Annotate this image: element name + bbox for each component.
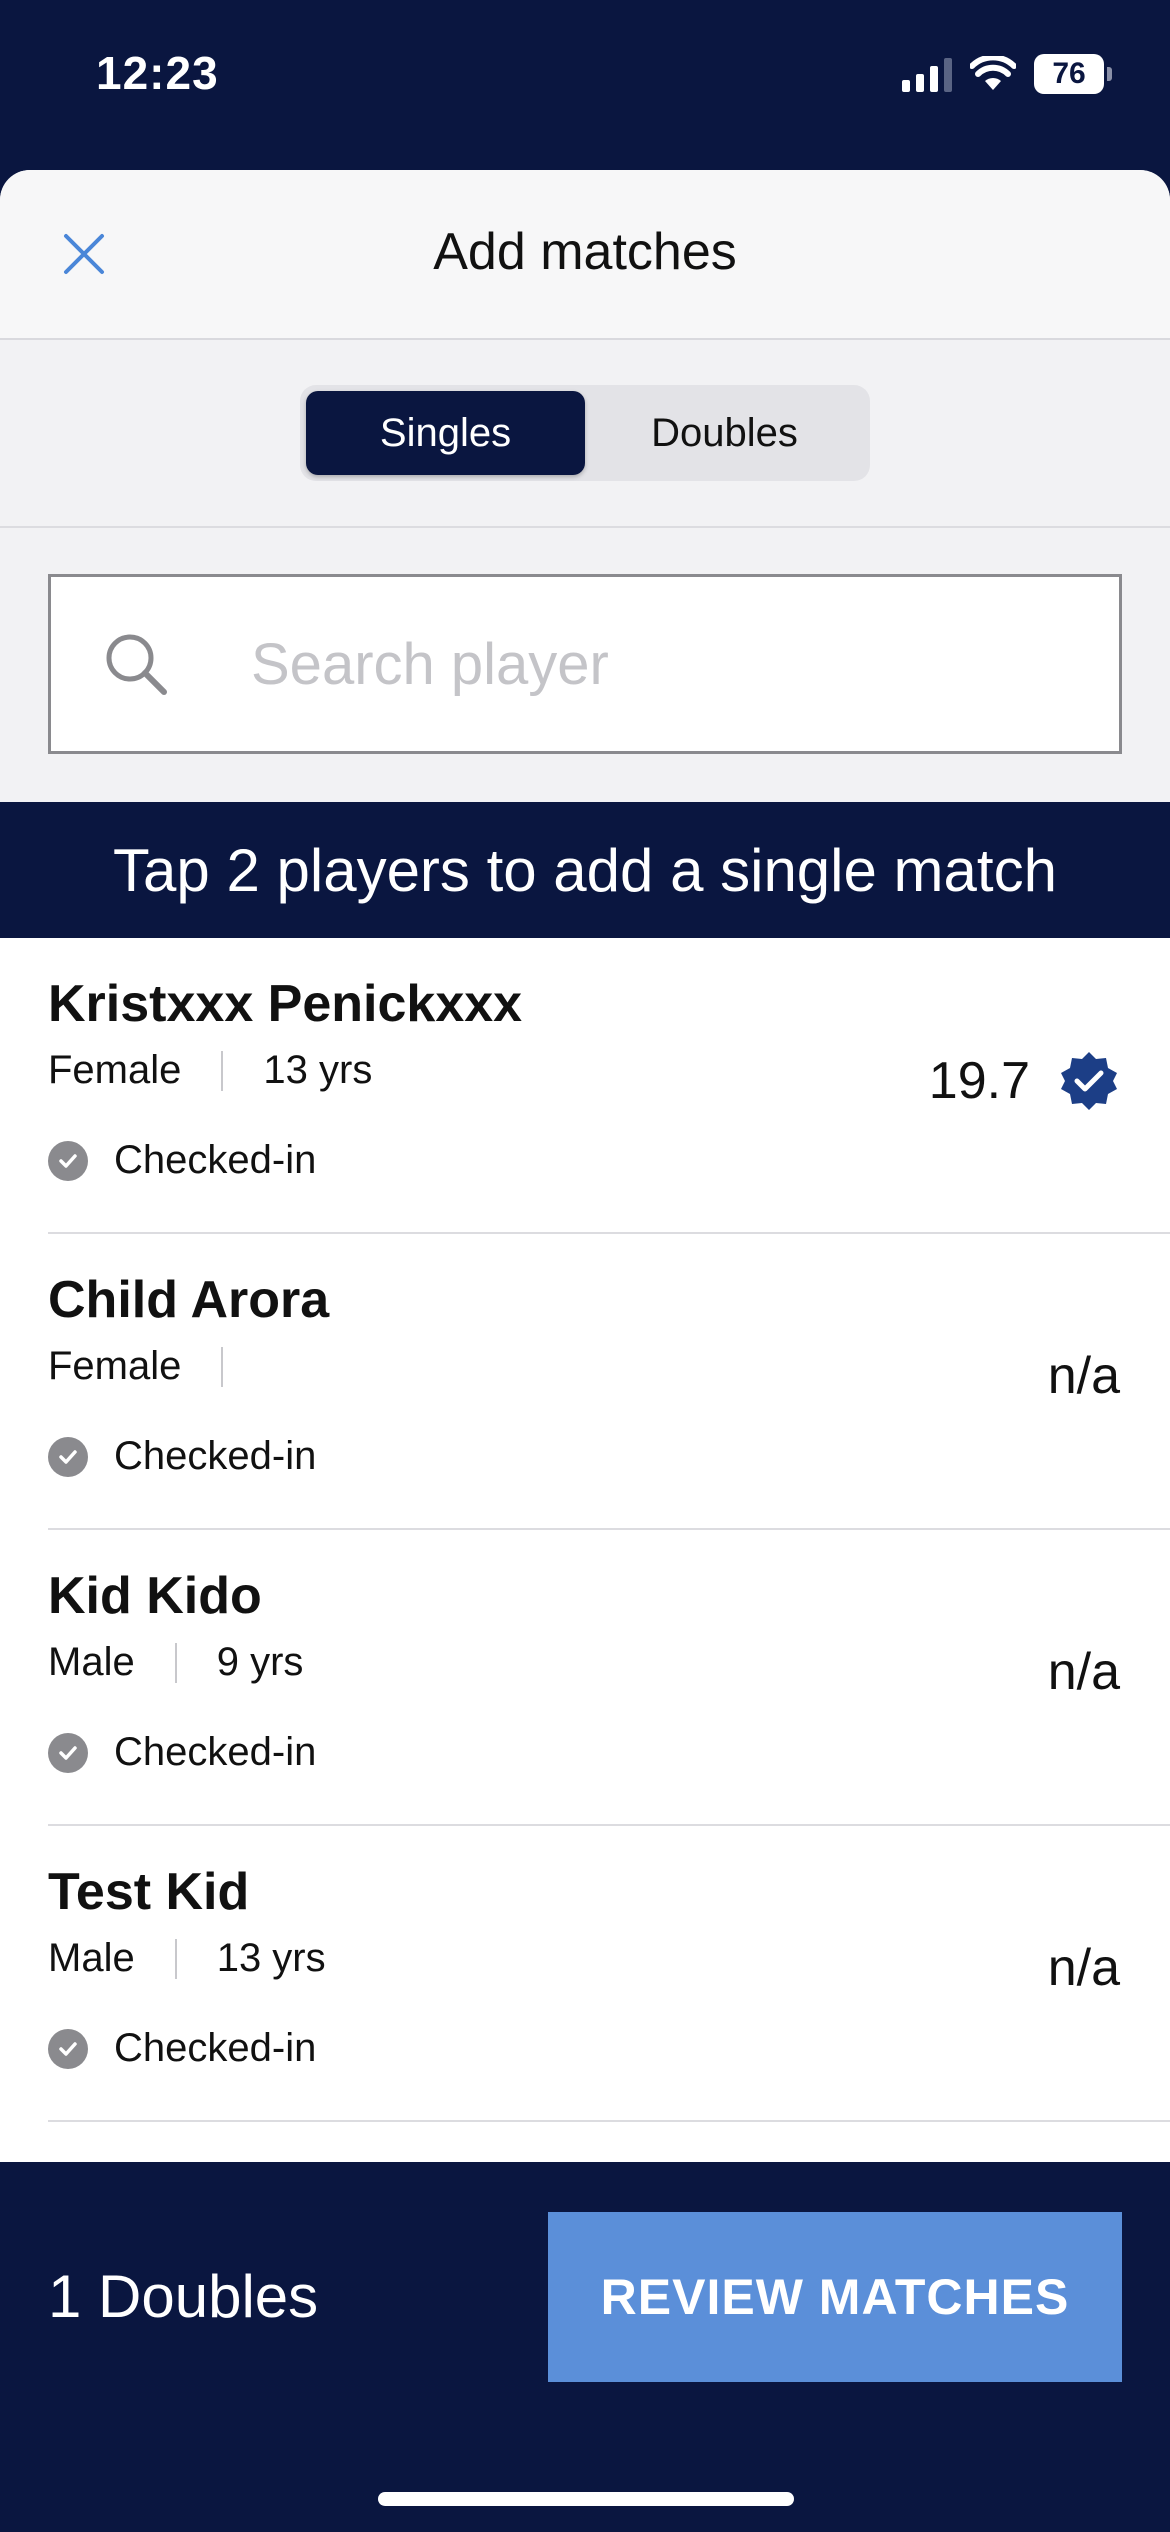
player-rating: n/a <box>1048 1642 1120 1702</box>
search-icon-wrap <box>51 631 221 697</box>
player-status: Checked-in <box>48 1434 316 1479</box>
search-input[interactable] <box>221 630 1119 698</box>
search-area <box>0 528 1170 802</box>
player-gender: Male <box>48 1640 135 1684</box>
checked-in-icon <box>48 1436 88 1477</box>
player-list: Kristxxx Penickxxx Female 13 yrs Checked… <box>0 938 1170 2163</box>
rating-value: n/a <box>1047 1643 1120 1701</box>
meta-divider <box>221 1050 224 1091</box>
status-label: Checked-in <box>114 1434 317 1478</box>
player-status: Checked-in <box>48 2026 316 2071</box>
player-row[interactable]: Child Arora Female Checked-in n/a <box>48 1234 1170 1530</box>
meta-divider <box>221 1346 224 1387</box>
meta-divider <box>174 1642 177 1683</box>
rating-value: n/a <box>1047 1939 1120 1997</box>
segment-area: Singles Doubles <box>0 340 1170 528</box>
match-type-segmented-control: Singles Doubles <box>300 385 870 481</box>
status-label: Checked-in <box>114 2026 317 2070</box>
home-indicator[interactable] <box>378 2492 794 2506</box>
player-name: Test Kid <box>48 1863 250 1921</box>
rating-value: 19.7 <box>928 1052 1030 1110</box>
meta-divider <box>174 1938 177 1979</box>
player-name: Kid Kido <box>48 1567 262 1625</box>
review-matches-button[interactable]: REVIEW MATCHES <box>548 2212 1122 2382</box>
player-age: 9 yrs <box>216 1640 304 1684</box>
wifi-icon <box>970 56 1016 90</box>
player-status: Checked-in <box>48 1730 316 1775</box>
tab-doubles[interactable]: Doubles <box>585 391 864 475</box>
player-gender: Female <box>48 1048 182 1092</box>
battery-icon: 76 <box>1034 54 1112 94</box>
player-meta: Male 13 yrs <box>48 1936 326 1981</box>
player-rating: n/a <box>1048 1938 1120 1998</box>
player-age: 13 yrs <box>216 1936 326 1980</box>
signal-icon <box>902 56 952 92</box>
player-meta: Male 9 yrs <box>48 1640 303 1685</box>
checked-in-icon <box>48 1732 88 1773</box>
player-row[interactable]: Kristxxx Penickxxx Female 13 yrs Checked… <box>48 938 1170 1234</box>
player-gender: Male <box>48 1936 135 1980</box>
player-age: 13 yrs <box>263 1048 373 1092</box>
page-title: Add matches <box>433 223 737 281</box>
search-box[interactable] <box>48 574 1122 754</box>
player-meta: Female <box>48 1344 263 1389</box>
sheet-header: Add matches <box>0 170 1170 340</box>
battery-level: 76 <box>1052 57 1086 90</box>
rating-value: n/a <box>1047 1347 1120 1405</box>
instruction-banner: Tap 2 players to add a single match <box>0 802 1170 938</box>
tab-singles[interactable]: Singles <box>306 391 585 475</box>
search-icon <box>106 634 167 695</box>
player-rating: n/a <box>1048 1346 1120 1406</box>
player-rating: 19.7 <box>929 1050 1120 1112</box>
player-row[interactable]: Kid Kido Male 9 yrs Checked-in n/a <box>48 1530 1170 1826</box>
player-gender: Female <box>48 1344 182 1388</box>
player-name: Child Arora <box>48 1271 330 1329</box>
match-count-label: 1 Doubles <box>48 2263 319 2330</box>
player-meta: Female 13 yrs <box>48 1048 372 1093</box>
checked-in-icon <box>48 2028 88 2069</box>
footer-bar: 1 Doubles REVIEW MATCHES <box>0 2162 1170 2532</box>
player-name: Kristxxx Penickxxx <box>48 975 523 1033</box>
status-label: Checked-in <box>114 1138 317 1182</box>
verified-badge-icon <box>1061 1052 1117 1110</box>
status-time: 12:23 <box>96 47 219 99</box>
player-status: Checked-in <box>48 1138 316 1183</box>
status-icons: 76 <box>902 52 1112 96</box>
checked-in-icon <box>48 1140 88 1181</box>
player-row[interactable]: Test Kid Male 13 yrs Checked-in n/a <box>48 1826 1170 2122</box>
status-bar: 12:23 76 <box>0 0 1170 170</box>
status-label: Checked-in <box>114 1730 317 1774</box>
